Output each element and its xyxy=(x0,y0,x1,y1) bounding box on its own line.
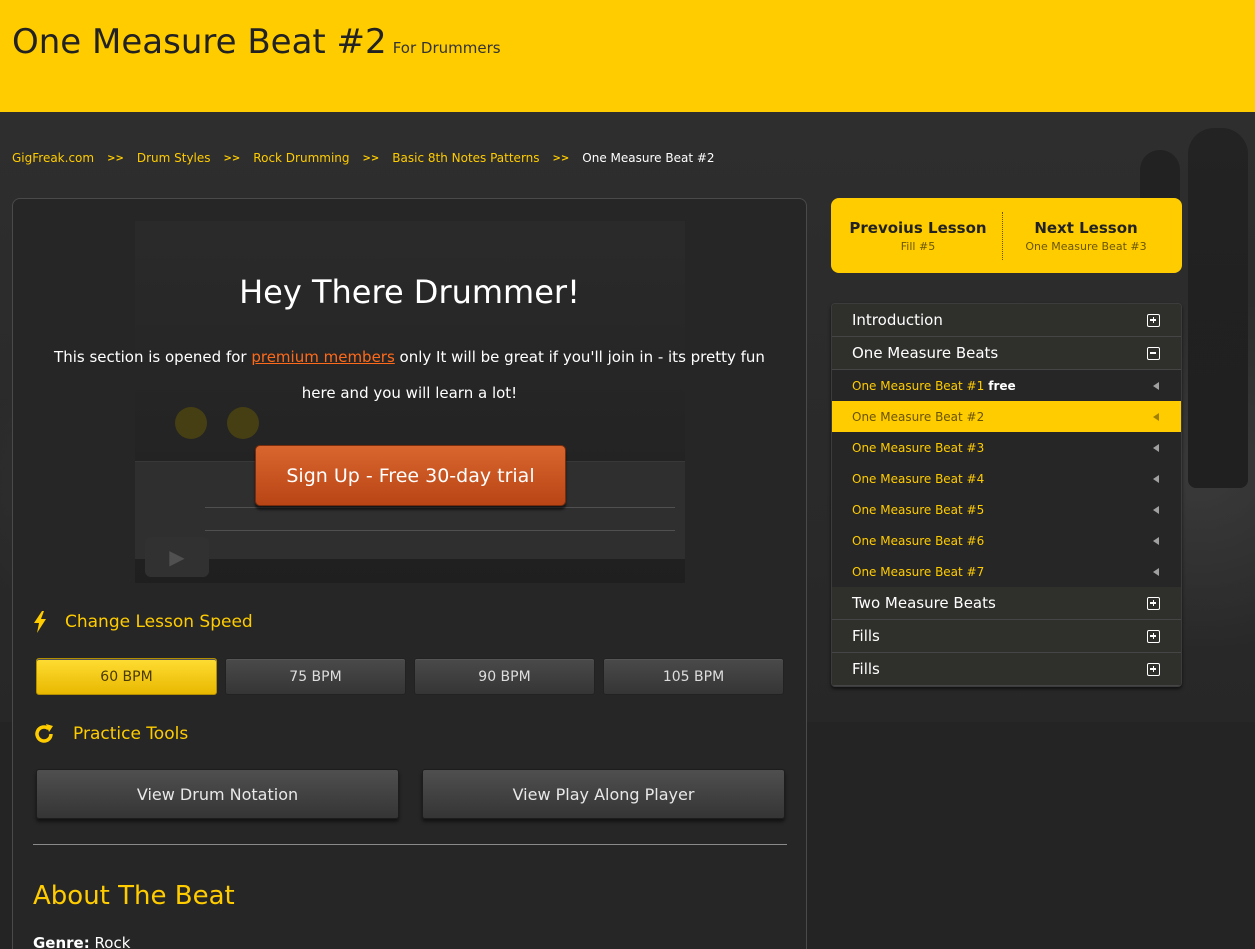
about-beat-title: About The Beat xyxy=(33,881,235,911)
bpm-button-75[interactable]: 75 BPM xyxy=(225,658,406,695)
menu-lesson-title: One Measure Beat #1 xyxy=(852,378,985,393)
caret-left-icon xyxy=(1153,474,1159,483)
caret-left-icon xyxy=(1153,536,1159,545)
menu-category-introduction[interactable]: Introduction xyxy=(832,304,1181,337)
expand-plus-icon[interactable] xyxy=(1147,596,1160,610)
bpm-button-105[interactable]: 105 BPM xyxy=(603,658,784,695)
practice-tools-heading: Practice Tools xyxy=(33,723,188,745)
next-lesson-label: Next Lesson xyxy=(1034,218,1138,237)
lesson-menu: Introduction One Measure Beats One Measu… xyxy=(831,303,1182,687)
menu-category-one-measure-beats[interactable]: One Measure Beats xyxy=(832,337,1181,370)
next-arrow-icon[interactable]: › xyxy=(1185,32,1197,50)
breadcrumb: GigFreak.com >> Drum Styles >> Rock Drum… xyxy=(12,150,715,166)
menu-category-label: Fills xyxy=(852,660,880,678)
menu-lesson-item[interactable]: One Measure Beat #5 xyxy=(832,494,1181,525)
lesson-panel: ▶ Hey There Drummer! This section is ope… xyxy=(12,198,807,949)
previous-lesson-label: Prevoius Lesson xyxy=(849,218,987,237)
lightning-icon xyxy=(34,611,46,633)
menu-lesson-label: One Measure Beat #1 free xyxy=(852,379,1016,393)
video-tempo-dot xyxy=(227,407,259,439)
section-divider xyxy=(33,844,787,845)
breadcrumb-current: One Measure Beat #2 xyxy=(582,151,715,165)
genre-line: Genre: Rock xyxy=(33,934,130,949)
menu-lesson-label: One Measure Beat #3 xyxy=(852,440,985,455)
signup-button[interactable]: Sign Up - Free 30-day trial xyxy=(255,445,566,506)
menu-category-label: Introduction xyxy=(852,311,943,329)
refresh-icon xyxy=(35,724,53,743)
menu-lesson-item[interactable]: One Measure Beat #1 free xyxy=(832,370,1181,401)
video-staff-lines xyxy=(205,507,675,531)
genre-value: Rock xyxy=(94,934,131,949)
breadcrumb-separator: >> xyxy=(552,152,570,164)
menu-category-label: Fills xyxy=(852,627,880,645)
breadcrumb-link-home[interactable]: GigFreak.com xyxy=(12,151,94,165)
practice-tools-heading-text: Practice Tools xyxy=(73,724,189,744)
next-lesson-link[interactable]: Next Lesson One Measure Beat #3 xyxy=(1001,198,1171,273)
breadcrumb-link-rock-drumming[interactable]: Rock Drumming xyxy=(253,151,349,165)
expand-plus-icon[interactable] xyxy=(1147,313,1160,327)
lesson-speed-heading-text: Change Lesson Speed xyxy=(65,612,253,632)
page-subtitle: For Drummers xyxy=(392,39,501,57)
previous-lesson-link[interactable]: Prevoius Lesson Fill #5 xyxy=(833,198,1003,273)
expand-plus-icon[interactable] xyxy=(1147,629,1160,643)
page-title-text: One Measure Beat #2 xyxy=(12,22,387,62)
page-title: One Measure Beat #2 For Drummers xyxy=(12,22,501,62)
menu-category-fills[interactable]: Fills xyxy=(832,620,1181,653)
hero-title: Hey There Drummer! xyxy=(239,273,580,311)
breadcrumb-separator: >> xyxy=(362,152,380,164)
breadcrumb-link-basic-8th-notes[interactable]: Basic 8th Notes Patterns xyxy=(392,151,539,165)
menu-lesson-item[interactable]: One Measure Beat #3 xyxy=(832,432,1181,463)
hero-text-before: This section is opened for xyxy=(54,348,252,366)
breadcrumb-separator: >> xyxy=(107,152,124,164)
practice-tools: View Drum Notation View Play Along Playe… xyxy=(36,769,785,819)
premium-members-link[interactable]: premium members xyxy=(251,348,394,366)
menu-lesson-item[interactable]: One Measure Beat #6 xyxy=(832,525,1181,556)
view-play-along-button[interactable]: View Play Along Player xyxy=(422,769,785,819)
breadcrumb-link-drum-styles[interactable]: Drum Styles xyxy=(137,151,211,165)
collapse-minus-icon[interactable] xyxy=(1147,346,1160,360)
caret-left-icon xyxy=(1153,505,1159,514)
menu-category-two-measure-beats[interactable]: Two Measure Beats xyxy=(832,587,1181,620)
free-badge: free xyxy=(988,378,1016,393)
expand-plus-icon[interactable] xyxy=(1147,662,1160,676)
menu-lesson-item[interactable]: One Measure Beat #7 xyxy=(832,556,1181,587)
previous-arrow-icon[interactable]: ‹ xyxy=(816,32,828,50)
menu-lesson-label: One Measure Beat #2 xyxy=(852,409,985,424)
page-header: One Measure Beat #2 For Drummers xyxy=(0,0,1255,112)
menu-category-fills-2[interactable]: Fills xyxy=(832,653,1181,686)
view-drum-notation-button[interactable]: View Drum Notation xyxy=(36,769,399,819)
menu-lesson-label: One Measure Beat #5 xyxy=(852,502,985,517)
previous-lesson-name: Fill #5 xyxy=(900,239,936,253)
video-play-icon: ▶ xyxy=(145,537,209,577)
breadcrumb-separator: >> xyxy=(223,152,241,164)
next-lesson-name: One Measure Beat #3 xyxy=(1025,239,1147,253)
menu-category-label: One Measure Beats xyxy=(852,344,999,362)
caret-left-icon xyxy=(1153,443,1159,452)
caret-left-icon xyxy=(1153,381,1159,390)
hero-text: This section is opened for premium membe… xyxy=(49,339,770,411)
caret-left-icon xyxy=(1153,567,1159,576)
menu-lesson-item[interactable]: One Measure Beat #4 xyxy=(832,463,1181,494)
menu-lesson-item-active[interactable]: One Measure Beat #2 xyxy=(832,401,1181,432)
menu-category-label: Two Measure Beats xyxy=(852,594,996,612)
lesson-navigation: Prevoius Lesson Fill #5 Next Lesson One … xyxy=(831,198,1182,273)
bpm-selector: 60 BPM 75 BPM 90 BPM 105 BPM xyxy=(36,658,784,695)
menu-lesson-label: One Measure Beat #6 xyxy=(852,533,985,548)
background-hand-shape xyxy=(1188,128,1248,488)
menu-lesson-label: One Measure Beat #7 xyxy=(852,564,985,579)
bpm-button-90[interactable]: 90 BPM xyxy=(414,658,595,695)
genre-label: Genre: xyxy=(33,934,90,949)
menu-lesson-label: One Measure Beat #4 xyxy=(852,471,985,486)
lesson-speed-heading: Change Lesson Speed xyxy=(33,611,253,633)
video-tempo-dot xyxy=(175,407,207,439)
bpm-button-60[interactable]: 60 BPM xyxy=(36,658,217,695)
caret-left-icon xyxy=(1153,412,1159,421)
